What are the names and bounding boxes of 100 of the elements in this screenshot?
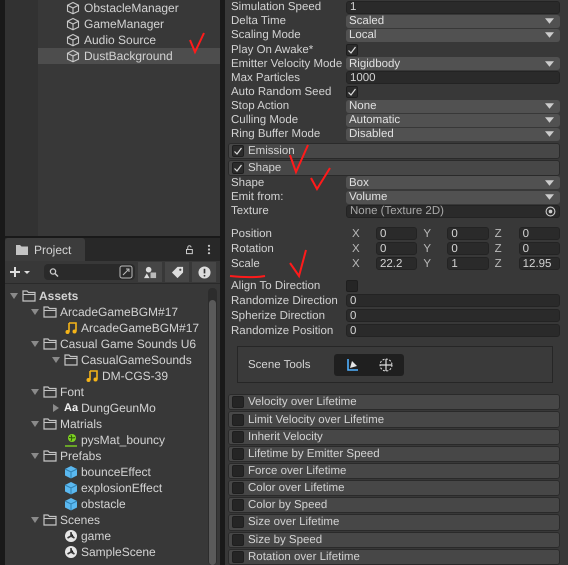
module-header[interactable]: Size over Lifetime: [228, 514, 560, 531]
module-header[interactable]: Lifetime by Emitter Speed: [228, 446, 560, 462]
exclamation-icon: [198, 266, 210, 278]
project-item[interactable]: ArcadeGameBGM#17: [5, 304, 205, 320]
axis-label: Z: [494, 228, 503, 240]
checkbox[interactable]: [232, 144, 244, 157]
scene-icon: [64, 545, 78, 559]
warning-filter-button[interactable]: [192, 262, 216, 282]
checkbox[interactable]: [346, 44, 358, 56]
project-item[interactable]: obstacle: [5, 496, 205, 512]
checkbox[interactable]: [232, 482, 244, 494]
hierarchy-item[interactable]: ObstacleManager: [38, 0, 220, 16]
hierarchy-item[interactable]: DustBackground: [38, 48, 220, 64]
number-field[interactable]: 22.2: [376, 257, 418, 270]
project-item[interactable]: explosionEffect: [5, 480, 205, 496]
project-item[interactable]: CasualGameSounds: [5, 352, 205, 368]
tab-label: Project: [34, 242, 72, 256]
project-item[interactable]: ArcadeGameBGM#17: [5, 320, 205, 336]
module-title: Size over Lifetime: [248, 516, 340, 528]
project-item[interactable]: Assets: [5, 288, 205, 304]
checkbox[interactable]: [232, 464, 244, 477]
checkbox[interactable]: [232, 448, 244, 460]
module-header[interactable]: Rotation over Lifetime: [228, 548, 560, 565]
dropdown[interactable]: Automatic: [346, 114, 560, 127]
shapes-filter-button[interactable]: [138, 262, 162, 282]
checkbox[interactable]: [232, 516, 244, 528]
project-item[interactable]: SampleScene: [5, 544, 205, 560]
number-field[interactable]: 1000: [346, 71, 560, 84]
number-field[interactable]: 1: [346, 0, 560, 14]
property-label: Rotation: [230, 242, 274, 255]
hierarchy-item[interactable]: Audio Source: [38, 32, 220, 48]
lock-icon[interactable]: [184, 244, 194, 255]
module-header[interactable]: Limit Velocity over Lifetime: [228, 411, 560, 428]
collapse-arrow-icon[interactable]: [30, 387, 40, 397]
project-item[interactable]: Aa DungGeunMo: [5, 400, 205, 416]
collapse-arrow-icon[interactable]: [30, 451, 40, 461]
module-header[interactable]: Emission: [228, 142, 560, 159]
project-item[interactable]: game: [5, 528, 205, 544]
project-item[interactable]: bounceEffect: [5, 464, 205, 480]
move-gizmo-icon[interactable]: [378, 356, 394, 373]
project-item[interactable]: Matrials: [5, 416, 205, 432]
module-header[interactable]: Velocity over Lifetime: [228, 394, 560, 410]
number-field[interactable]: 0: [518, 242, 560, 256]
project-tab[interactable]: Project: [5, 238, 86, 261]
checkbox[interactable]: [232, 534, 244, 546]
collapse-arrow-icon[interactable]: [51, 355, 61, 365]
shape-edit-icon[interactable]: [344, 356, 360, 373]
dropdown[interactable]: Volume: [346, 190, 560, 204]
project-item[interactable]: Prefabs: [5, 448, 205, 464]
module-header[interactable]: Size by Speed: [228, 532, 560, 548]
checkbox[interactable]: [346, 86, 358, 98]
dropdown[interactable]: Box: [346, 176, 560, 190]
dropdown[interactable]: None: [346, 100, 560, 113]
project-item[interactable]: Font: [5, 384, 205, 400]
project-item[interactable]: pysMat_bouncy: [5, 432, 205, 448]
scrollbar[interactable]: [208, 288, 217, 565]
checkbox[interactable]: [232, 162, 244, 174]
module-header[interactable]: Force over Lifetime: [228, 462, 560, 480]
label-filter-button[interactable]: [165, 262, 189, 282]
dropdown[interactable]: Rigidbody: [346, 57, 560, 70]
module-header[interactable]: Inherit Velocity: [228, 428, 560, 445]
number-field[interactable]: 0: [346, 294, 560, 308]
number-field[interactable]: 12.95: [518, 257, 560, 270]
number-field[interactable]: 0: [376, 227, 418, 240]
module-header[interactable]: Color over Lifetime: [228, 480, 560, 496]
checkbox[interactable]: [232, 499, 244, 512]
collapse-arrow-icon[interactable]: [30, 419, 40, 429]
number-field[interactable]: 0: [447, 227, 489, 240]
number-field[interactable]: 0: [346, 309, 560, 322]
expand-arrow-icon[interactable]: [51, 403, 61, 413]
checkbox[interactable]: [232, 550, 244, 563]
number-field[interactable]: 0: [346, 324, 560, 338]
dropdown[interactable]: Local: [346, 28, 560, 42]
add-dropdown-icon[interactable]: [9, 266, 31, 278]
project-item[interactable]: DM-CGS-39: [5, 368, 205, 384]
module-header[interactable]: Shape: [228, 160, 560, 176]
number-field[interactable]: 0: [518, 227, 560, 240]
dropdown[interactable]: Disabled: [346, 128, 560, 141]
checkbox[interactable]: [232, 430, 244, 443]
checkbox[interactable]: [346, 280, 358, 292]
object-field[interactable]: None (Texture 2D): [346, 204, 560, 218]
project-item[interactable]: Casual Game Sounds U6: [5, 336, 205, 352]
number-field[interactable]: 0: [376, 242, 418, 256]
number-field[interactable]: 0: [447, 242, 489, 256]
project-item[interactable]: Scenes: [5, 512, 205, 528]
folder-icon: [64, 353, 78, 367]
collapse-arrow-icon[interactable]: [30, 339, 40, 349]
hierarchy-item[interactable]: GameManager: [38, 16, 220, 32]
checkbox[interactable]: [232, 414, 244, 426]
number-field[interactable]: 1: [447, 257, 489, 270]
dropdown[interactable]: Scaled: [346, 14, 560, 28]
module-header[interactable]: Color by Speed: [228, 497, 560, 514]
collapse-arrow-icon[interactable]: [30, 515, 40, 525]
collapse-arrow-icon[interactable]: [9, 291, 19, 301]
search-field[interactable]: [44, 264, 135, 280]
expand-icon[interactable]: [119, 265, 133, 279]
property-label: Auto Random Seed: [230, 86, 332, 98]
target-icon[interactable]: [545, 206, 556, 217]
checkbox[interactable]: [232, 396, 244, 408]
collapse-arrow-icon[interactable]: [30, 307, 40, 317]
